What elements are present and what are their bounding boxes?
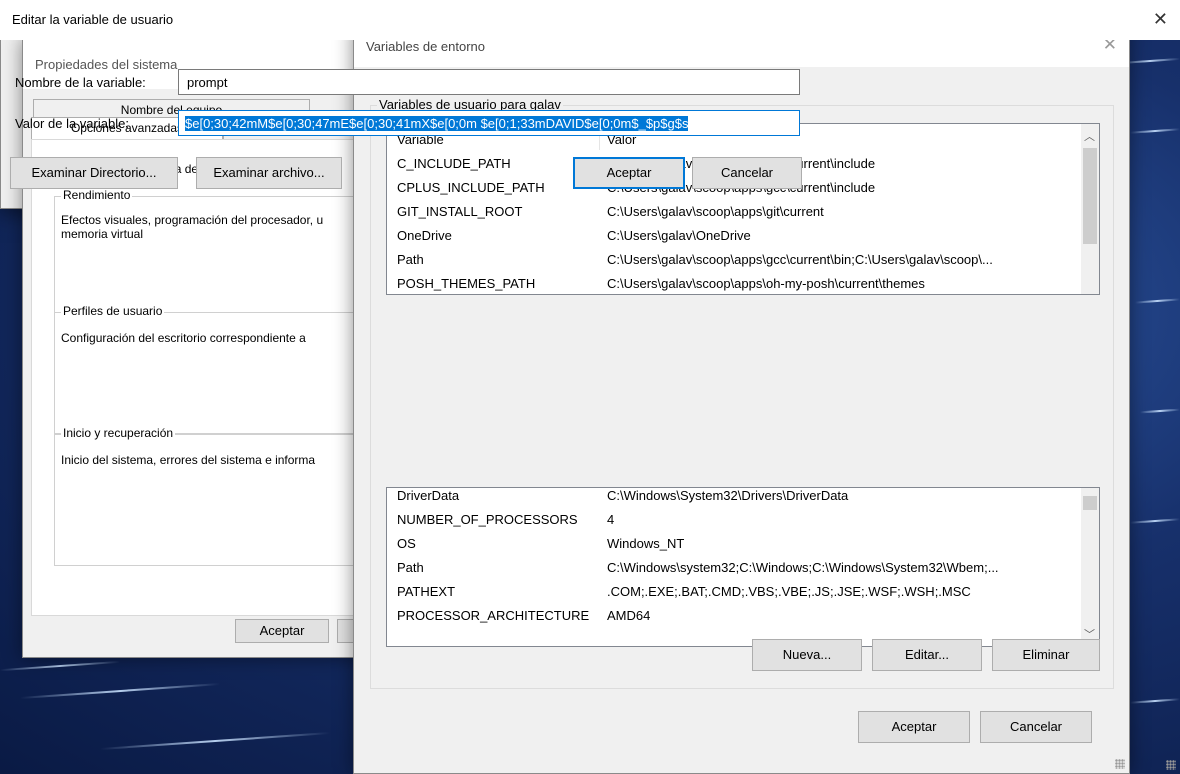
group-perfiles-label: Perfiles de usuario bbox=[61, 304, 165, 318]
table-row[interactable]: DriverData C:\Windows\System32\Drivers\D… bbox=[387, 488, 1077, 508]
variable-value-selection: $e[0;30;42mM$e[0;30;47mE$e[0;30;41mX$e[0… bbox=[185, 116, 689, 131]
new-variable-button[interactable]: Nueva... bbox=[752, 639, 862, 671]
table-row[interactable]: POSH_THEMES_PATH C:\Users\galav\scoop\ap… bbox=[387, 272, 1077, 294]
scroll-up-icon[interactable]: ︿ bbox=[1081, 128, 1098, 144]
user-list-scrollbar[interactable]: ︿ bbox=[1081, 124, 1099, 294]
table-row[interactable]: GIT_INSTALL_ROOT C:\Users\galav\scoop\ap… bbox=[387, 200, 1077, 224]
group-perfiles: Perfiles de usuario Configuración del es… bbox=[54, 304, 386, 434]
group-inicio-label: Inicio y recuperación bbox=[61, 426, 176, 440]
table-row[interactable]: NUMBER_OF_PROCESSORS 4 bbox=[387, 508, 1077, 532]
row-variable: NUMBER_OF_PROCESSORS bbox=[397, 512, 578, 527]
group-inicio-text: Inicio del sistema, errores del sistema … bbox=[61, 453, 316, 467]
row-value: AMD64 bbox=[607, 608, 651, 623]
group-rendimiento-label: Rendimiento bbox=[61, 188, 133, 202]
edit-variable-button[interactable]: Editar... bbox=[872, 639, 982, 671]
row-variable: OneDrive bbox=[397, 228, 452, 243]
row-variable: GIT_INSTALL_ROOT bbox=[397, 204, 523, 219]
system-variables-list[interactable]: DriverData C:\Windows\System32\Drivers\D… bbox=[386, 487, 1100, 647]
row-variable: POSH_THEMES_PATH bbox=[397, 276, 536, 291]
edit-cancel-button[interactable]: Cancelar bbox=[692, 157, 802, 189]
row-value: C:\Windows\System32\Drivers\DriverData bbox=[607, 488, 849, 503]
env-cancel-button[interactable]: Cancelar bbox=[980, 711, 1092, 743]
environment-variables-window: Variables de entorno ✕ Variables de usua… bbox=[353, 24, 1130, 774]
sysprops-ok-button[interactable]: Aceptar bbox=[235, 619, 329, 643]
row-variable: C_INCLUDE_PATH bbox=[397, 156, 511, 171]
variable-value-input[interactable]: $e[0;30;42mM$e[0;30;47mE$e[0;30;41mX$e[0… bbox=[178, 110, 800, 136]
browse-file-button[interactable]: Examinar archivo... bbox=[196, 157, 342, 189]
variable-value-label: Valor de la variable: bbox=[15, 116, 129, 131]
row-variable: Path bbox=[397, 252, 424, 267]
table-row[interactable]: Path C:\Windows\system32;C:\Windows;C:\W… bbox=[387, 556, 1077, 580]
variable-name-input[interactable]: prompt bbox=[178, 69, 800, 95]
row-value: C:\Windows\system32;C:\Windows;C:\Window… bbox=[607, 560, 999, 575]
env-title: Variables de entorno bbox=[366, 39, 486, 54]
row-value: .COM;.EXE;.BAT;.CMD;.VBS;.VBE;.JS;.JSE;.… bbox=[607, 584, 971, 599]
row-value: C:\Users\galav\scoop\apps\gcc\current\bi… bbox=[607, 252, 993, 267]
group-perfiles-text: Configuración del escritorio correspondi… bbox=[61, 331, 306, 345]
resize-grip-icon[interactable] bbox=[1115, 759, 1125, 769]
user-variables-list[interactable]: Variable Valor C_INCLUDE_PATH C:\Users\g… bbox=[386, 123, 1100, 295]
row-variable: Path bbox=[397, 560, 424, 575]
row-value: C:\Users\galav\scoop\apps\oh-my-posh\cur… bbox=[607, 276, 925, 291]
delete-variable-button[interactable]: Eliminar bbox=[992, 639, 1100, 671]
row-variable: OS bbox=[397, 536, 416, 551]
table-row[interactable]: PROCESSOR_ARCHITECTURE AMD64 bbox=[387, 604, 1077, 628]
group-rendimiento-text: Efectos visuales, programación del proce… bbox=[61, 213, 324, 241]
system-list-scrollbar[interactable]: ﹀ bbox=[1081, 488, 1099, 646]
edit-dialog-title: Editar la variable de usuario bbox=[12, 12, 174, 27]
tab-panel: Para realizar la mayoría de estos cambio… bbox=[31, 139, 390, 616]
edit-close-icon[interactable]: ✕ bbox=[1153, 10, 1168, 30]
edit-resize-grip-icon[interactable] bbox=[1166, 760, 1176, 770]
row-value: 4 bbox=[607, 512, 615, 527]
row-value: C:\Users\galav\scoop\apps\git\current bbox=[607, 204, 824, 219]
user-list-scroll-thumb[interactable] bbox=[1083, 148, 1097, 244]
group-inicio: Inicio y recuperación Inicio del sistema… bbox=[54, 426, 386, 566]
table-row[interactable]: OS Windows_NT bbox=[387, 532, 1077, 556]
row-variable: PROCESSOR_ARCHITECTURE bbox=[397, 608, 590, 623]
table-row[interactable]: OneDrive C:\Users\galav\OneDrive bbox=[387, 224, 1077, 248]
row-variable: PATHEXT bbox=[397, 584, 456, 599]
variable-name-label: Nombre de la variable: bbox=[15, 75, 146, 90]
row-variable: CPLUS_INCLUDE_PATH bbox=[397, 180, 545, 195]
edit-ok-button[interactable]: Aceptar bbox=[573, 157, 685, 189]
row-variable: DriverData bbox=[397, 488, 460, 503]
browse-directory-button[interactable]: Examinar Directorio... bbox=[10, 157, 178, 189]
row-value: Windows_NT bbox=[607, 536, 685, 551]
row-value: C:\Users\galav\OneDrive bbox=[607, 228, 751, 243]
table-row[interactable]: Path C:\Users\galav\scoop\apps\gcc\curre… bbox=[387, 248, 1077, 272]
edit-titlebar[interactable]: Editar la variable de usuario ✕ bbox=[0, 0, 1180, 40]
table-row[interactable]: PATHEXT .COM;.EXE;.BAT;.CMD;.VBS;.VBE;.J… bbox=[387, 580, 1077, 604]
system-properties-title: Propiedades del sistema bbox=[35, 57, 178, 72]
system-list-scroll-thumb[interactable] bbox=[1083, 496, 1097, 510]
env-ok-button[interactable]: Aceptar bbox=[858, 711, 970, 743]
